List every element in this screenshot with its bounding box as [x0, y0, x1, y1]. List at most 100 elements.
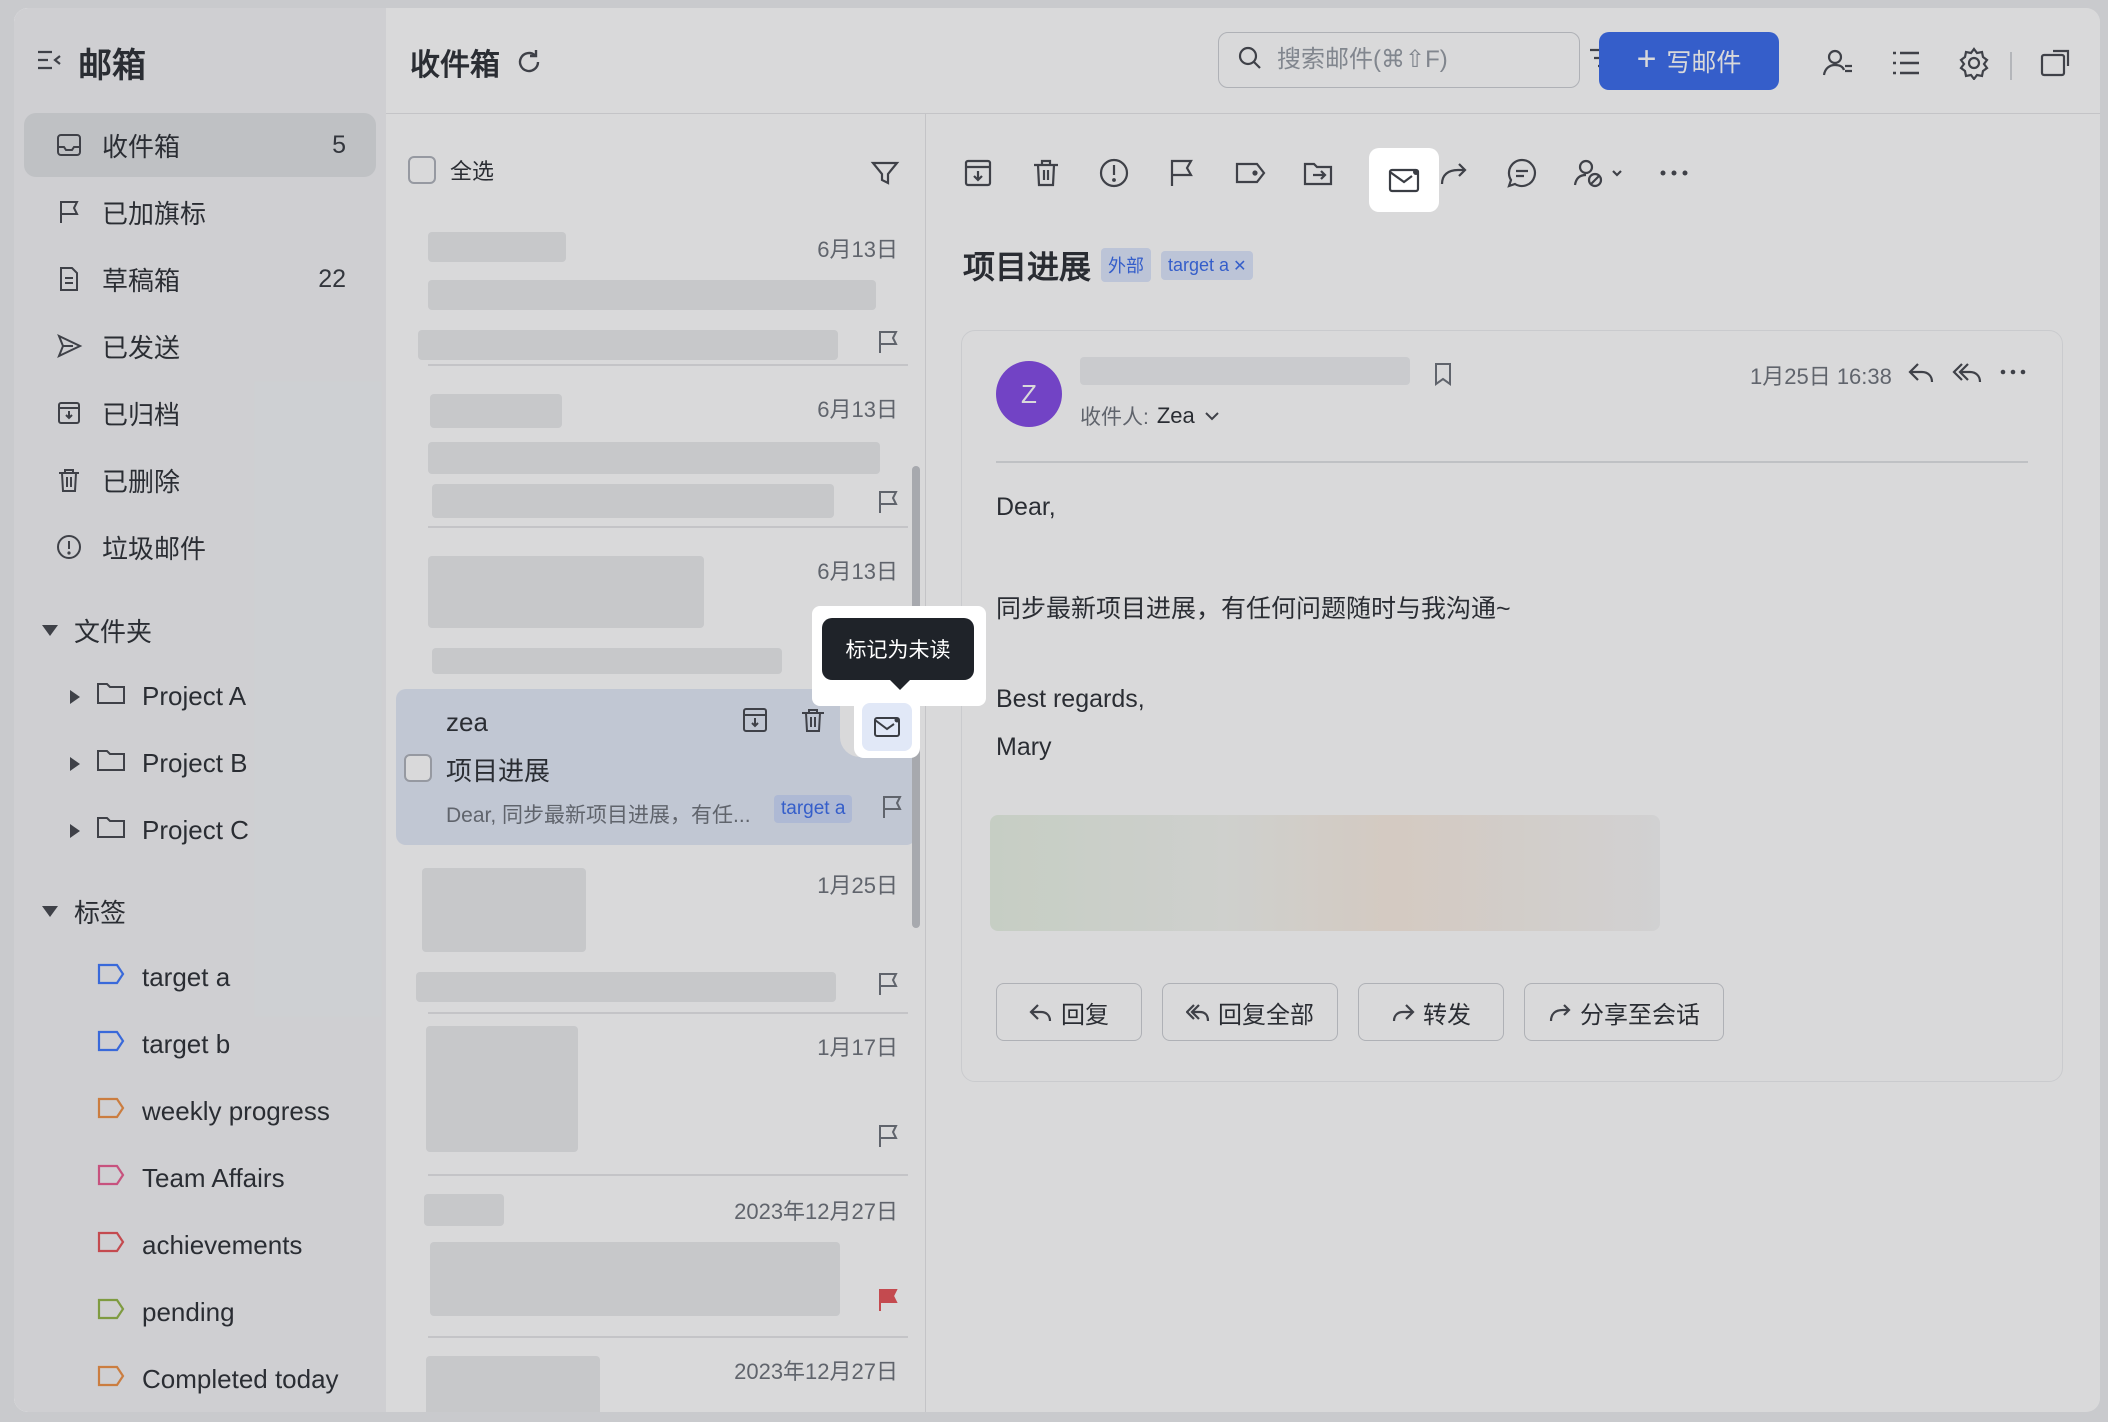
collapse-sidebar-icon[interactable] — [34, 45, 64, 80]
tag-icon — [96, 1029, 126, 1060]
reply-all-icon[interactable] — [1952, 357, 1982, 392]
trash-icon[interactable] — [1029, 156, 1063, 190]
caret-right-icon[interactable] — [70, 823, 80, 838]
more-icon[interactable] — [1657, 156, 1691, 190]
folder-item[interactable]: Project C — [24, 797, 376, 864]
reply-icon[interactable] — [1906, 357, 1936, 392]
folder-item[interactable]: Project A — [24, 663, 376, 730]
recipient-row[interactable]: 收件人: Zea — [1080, 401, 1221, 431]
folder-icon — [96, 680, 126, 713]
mail-tag-badge: target a — [774, 795, 853, 823]
list-item[interactable]: 1月17日 — [408, 1026, 908, 1176]
remove-tag-icon[interactable]: ✕ — [1233, 258, 1246, 275]
nav-item-archived[interactable]: 已归档 — [24, 381, 376, 445]
tag-item[interactable]: weekly progress — [24, 1078, 376, 1145]
tag-item[interactable]: target b — [24, 1011, 376, 1078]
flag-icon[interactable] — [1165, 156, 1199, 190]
list-divider — [428, 1174, 908, 1176]
select-all[interactable]: 全选 — [408, 154, 494, 186]
flag-icon[interactable] — [874, 488, 902, 521]
caret-right-icon[interactable] — [70, 689, 80, 704]
mail-title: 项目进展 外部 target a ✕ — [963, 242, 1254, 288]
folder-item[interactable]: Project B — [24, 730, 376, 797]
mark-unread-highlight[interactable] — [1369, 148, 1439, 212]
mail-list: 全选 6月13日 6月13日 6月13日 zea 项目进展 Dear, 同步最新… — [386, 114, 926, 1412]
flag-icon[interactable] — [874, 1122, 902, 1155]
nav-item-inbox[interactable]: 收件箱 5 — [24, 113, 376, 177]
nav-item-sent[interactable]: 已发送 — [24, 314, 376, 378]
search-input[interactable] — [1277, 46, 1587, 74]
folders-section-toggle[interactable]: 文件夹 — [24, 597, 376, 663]
list-divider — [428, 526, 908, 528]
tag-label: weekly progress — [142, 1096, 330, 1126]
archive-icon[interactable] — [961, 156, 995, 190]
tags-section-toggle[interactable]: 标签 — [24, 878, 376, 944]
contacts-icon[interactable] — [1821, 46, 1855, 80]
tag-item[interactable]: Completed today — [24, 1346, 376, 1412]
nav-item-drafts[interactable]: 草稿箱 22 — [24, 247, 376, 311]
search-box[interactable] — [1218, 32, 1612, 88]
comment-icon[interactable] — [1505, 156, 1539, 190]
topbar: 收件箱 + 写邮件 — [386, 8, 2100, 114]
trash-icon[interactable] — [798, 705, 828, 735]
recipient-name: Zea — [1156, 403, 1195, 428]
tag-item[interactable]: pending — [24, 1279, 376, 1346]
compose-button[interactable]: + 写邮件 — [1599, 32, 1779, 90]
tag-label: achievements — [142, 1230, 303, 1260]
block-sender-icon[interactable] — [1573, 156, 1625, 190]
blurred-sender — [428, 232, 566, 262]
list-mark-unread-button[interactable] — [862, 703, 912, 751]
nav-item-deleted[interactable]: 已删除 — [24, 448, 376, 512]
avatar[interactable]: Z — [996, 361, 1062, 427]
flag-icon[interactable] — [878, 793, 906, 826]
forward-icon[interactable] — [1437, 156, 1471, 190]
filter-icon[interactable] — [870, 158, 900, 193]
list-item[interactable]: 6月13日 — [408, 224, 908, 384]
list-item[interactable]: 2023年12月27日 — [408, 1190, 908, 1340]
tag-item[interactable]: Team Affairs — [24, 1145, 376, 1212]
selected-mail-item[interactable]: zea 项目进展 Dear, 同步最新项目进展，有任... target a — [396, 689, 916, 845]
mail-checkbox[interactable] — [404, 754, 432, 782]
caret-down-icon — [42, 624, 58, 636]
spam-icon[interactable] — [1097, 156, 1131, 190]
list-item[interactable]: 2023年12月27日 — [408, 1350, 908, 1412]
select-all-checkbox[interactable] — [408, 156, 436, 184]
forward-button[interactable]: 转发 — [1358, 983, 1504, 1041]
list-divider — [428, 364, 908, 366]
more-icon[interactable] — [1998, 357, 2028, 392]
blurred-subject — [430, 1242, 840, 1316]
inbox-icon — [54, 130, 84, 160]
list-item[interactable]: 1月25日 — [408, 862, 908, 1002]
bookmark-icon[interactable] — [1430, 361, 1456, 392]
flag-icon[interactable] — [874, 328, 902, 361]
open-window-icon[interactable] — [2038, 46, 2072, 80]
external-badge: 外部 — [1101, 248, 1152, 282]
reply-label: 回复 — [1061, 1001, 1109, 1029]
flag-icon[interactable] — [874, 970, 902, 1003]
tag-icon[interactable] — [1233, 156, 1267, 190]
share-to-chat-button[interactable]: 分享至会话 — [1524, 983, 1724, 1041]
nav-label: 垃圾邮件 — [102, 533, 207, 564]
chevron-down-icon[interactable] — [1203, 407, 1221, 425]
archive-icon[interactable] — [740, 705, 770, 735]
nav-item-spam[interactable]: 垃圾邮件 — [24, 515, 376, 579]
blurred-sender — [426, 1356, 600, 1412]
blurred-attachment[interactable] — [990, 815, 1660, 931]
move-to-folder-icon[interactable] — [1301, 156, 1335, 190]
red-flag-icon[interactable] — [874, 1286, 902, 1319]
list-mark-unread-highlight[interactable] — [854, 696, 920, 758]
nav-item-flagged[interactable]: 已加旗标 — [24, 180, 376, 244]
list-view-icon[interactable] — [1889, 46, 1923, 80]
reply-button[interactable]: 回复 — [996, 983, 1142, 1041]
blurred-sender — [422, 868, 586, 952]
spam-icon — [54, 532, 84, 562]
reply-all-button[interactable]: 回复全部 — [1162, 983, 1338, 1041]
list-item[interactable]: 6月13日 — [408, 384, 908, 544]
refresh-icon[interactable] — [514, 47, 544, 77]
gear-icon[interactable] — [1957, 46, 1991, 81]
tag-item[interactable]: achievements — [24, 1212, 376, 1279]
caret-right-icon[interactable] — [70, 756, 80, 771]
sidebar-header: 邮箱 — [34, 38, 146, 87]
draft-count: 22 — [318, 264, 346, 293]
tag-item[interactable]: target a — [24, 944, 376, 1011]
